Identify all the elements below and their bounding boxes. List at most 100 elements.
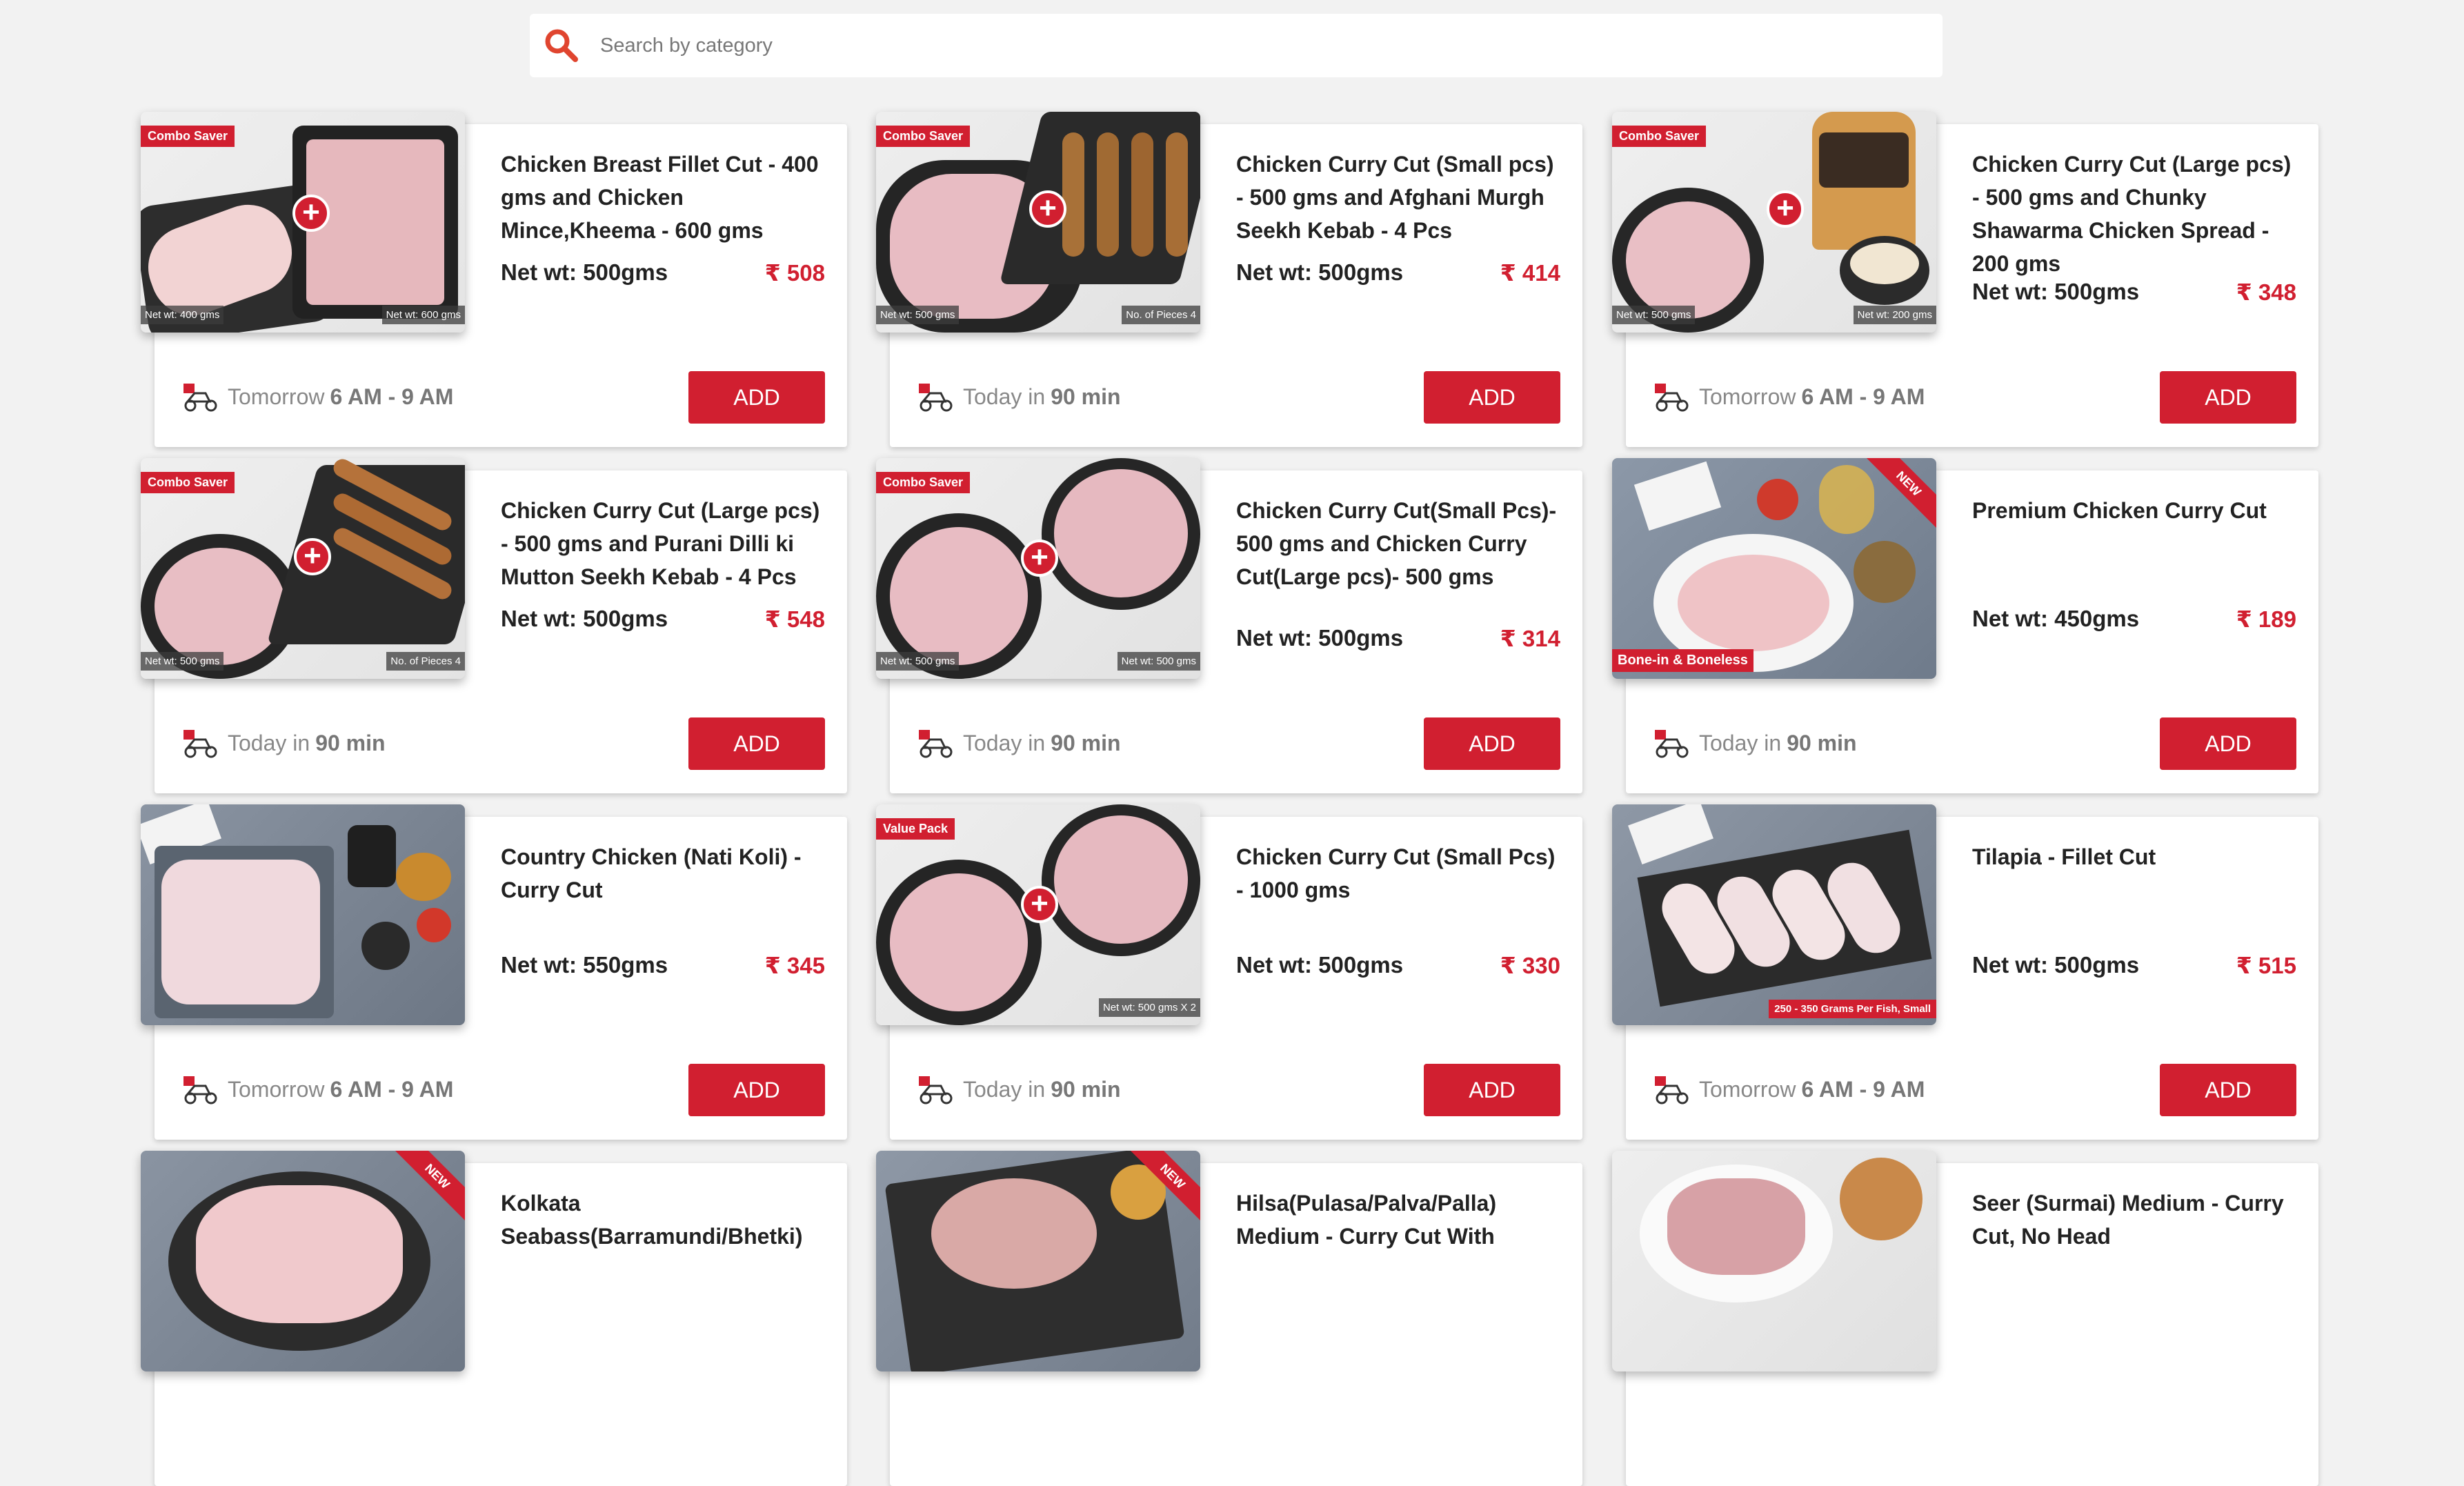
combo-plus-icon: + bbox=[1021, 539, 1058, 577]
delivery-day: Tomorrow bbox=[1699, 1076, 1796, 1102]
product-image[interactable] bbox=[141, 804, 465, 1025]
product-price: ₹ 515 bbox=[2236, 953, 2296, 978]
weight-tag: Net wt: 500 gms bbox=[1612, 306, 1696, 324]
product-card[interactable]: Country Chicken (Nati Koli) - Curry Cut … bbox=[141, 804, 847, 1140]
product-image[interactable]: NEW Bone-in & Boneless bbox=[1612, 458, 1936, 679]
product-card[interactable]: NEW Bone-in & Boneless Premium Chicken C… bbox=[1612, 458, 2318, 793]
product-card[interactable]: + Combo Saver Net wt: 400 gms Net wt: 60… bbox=[141, 112, 847, 447]
add-button[interactable]: ADD bbox=[688, 1064, 825, 1116]
product-image[interactable]: NEW bbox=[876, 1151, 1200, 1371]
combo-plus-icon: + bbox=[1767, 190, 1804, 228]
product-card[interactable]: + Combo Saver Net wt: 500 gms Net wt: 20… bbox=[1612, 112, 2318, 447]
product-card[interactable]: + Value Pack Net wt: 500 gms X 2 Chicken… bbox=[876, 804, 1582, 1140]
delivery-scooter-icon bbox=[1655, 730, 1689, 758]
product-title[interactable]: Chicken Breast Fillet Cut - 400 gms and … bbox=[501, 148, 825, 247]
product-card[interactable]: NEW Hilsa(Pulasa/Palva/Palla) Medium - C… bbox=[876, 1151, 1582, 1486]
product-price: ₹ 314 bbox=[1500, 626, 1560, 651]
weight-tag: Net wt: 500 gms bbox=[876, 652, 960, 671]
weight-tag: Net wt: 500 gms X 2 bbox=[1098, 998, 1200, 1017]
product-price: ₹ 345 bbox=[764, 953, 825, 978]
net-weight: Net wt: 450gms bbox=[1972, 606, 2140, 631]
add-button[interactable]: ADD bbox=[688, 717, 825, 770]
delivery-scooter-icon bbox=[1655, 384, 1689, 412]
product-image[interactable]: + Combo Saver Net wt: 500 gms No. of Pie… bbox=[876, 112, 1200, 333]
offer-badge: Combo Saver bbox=[141, 472, 235, 493]
delivery-time: 6 AM - 9 AM bbox=[1801, 1076, 1925, 1102]
product-image[interactable]: + Combo Saver Net wt: 400 gms Net wt: 60… bbox=[141, 112, 465, 333]
delivery-info: Today in 90 min bbox=[917, 1073, 1121, 1105]
product-image[interactable]: + Combo Saver Net wt: 500 gms Net wt: 50… bbox=[876, 458, 1200, 679]
delivery-day: Tomorrow bbox=[1699, 384, 1796, 409]
product-price: ₹ 548 bbox=[764, 606, 825, 632]
product-title[interactable]: Chicken Curry Cut(Small Pcs)- 500 gms an… bbox=[1236, 494, 1560, 593]
product-card[interactable]: + Combo Saver Net wt: 500 gms No. of Pie… bbox=[141, 458, 847, 793]
delivery-day: Today in bbox=[963, 730, 1046, 755]
delivery-info: Tomorrow 6 AM - 9 AM bbox=[1653, 381, 1925, 413]
product-title[interactable]: Chicken Curry Cut (Large pcs) - 500 gms … bbox=[501, 494, 825, 593]
delivery-time: 90 min bbox=[1051, 1076, 1121, 1102]
product-title[interactable]: Kolkata Seabass(Barramundi/Bhetki) bbox=[501, 1187, 825, 1253]
delivery-day: Today in bbox=[963, 384, 1046, 409]
product-title[interactable]: Country Chicken (Nati Koli) - Curry Cut bbox=[501, 840, 825, 907]
product-card[interactable]: + Combo Saver Net wt: 500 gms No. of Pie… bbox=[876, 112, 1582, 447]
product-price: ₹ 508 bbox=[764, 260, 825, 286]
product-price: ₹ 330 bbox=[1500, 953, 1560, 978]
delivery-time: 90 min bbox=[1787, 730, 1857, 755]
delivery-day: Today in bbox=[1699, 730, 1782, 755]
net-weight: Net wt: 500gms bbox=[501, 259, 668, 285]
net-weight: Net wt: 500gms bbox=[1972, 279, 2140, 304]
delivery-day: Today in bbox=[963, 1076, 1046, 1102]
add-button[interactable]: ADD bbox=[2160, 371, 2296, 424]
weight-tag: Net wt: 500 gms bbox=[876, 306, 960, 324]
delivery-scooter-icon bbox=[183, 730, 217, 758]
delivery-info: Tomorrow 6 AM - 9 AM bbox=[1653, 1073, 1925, 1105]
product-title[interactable]: Chicken Curry Cut (Large pcs) - 500 gms … bbox=[1972, 148, 2296, 280]
size-tag: 250 - 350 Grams Per Fish, Small bbox=[1769, 1000, 1936, 1018]
product-image[interactable]: + Value Pack Net wt: 500 gms X 2 bbox=[876, 804, 1200, 1025]
weight-tag: Net wt: 500 gms bbox=[1117, 652, 1200, 671]
product-image[interactable]: 250 - 350 Grams Per Fish, Small bbox=[1612, 804, 1936, 1025]
offer-badge: Value Pack bbox=[876, 818, 955, 840]
delivery-time: 6 AM - 9 AM bbox=[330, 384, 454, 409]
product-image[interactable]: + Combo Saver Net wt: 500 gms No. of Pie… bbox=[141, 458, 465, 679]
add-button[interactable]: ADD bbox=[688, 371, 825, 424]
cut-type-tag: Bone-in & Boneless bbox=[1612, 649, 1753, 672]
add-button[interactable]: ADD bbox=[2160, 1064, 2296, 1116]
product-card[interactable]: 250 - 350 Grams Per Fish, Small Tilapia … bbox=[1612, 804, 2318, 1140]
delivery-time: 90 min bbox=[315, 730, 386, 755]
product-title[interactable]: Chicken Curry Cut (Small Pcs) - 1000 gms bbox=[1236, 840, 1560, 907]
combo-plus-icon: + bbox=[292, 195, 330, 232]
net-weight: Net wt: 500gms bbox=[1236, 952, 1404, 978]
product-image[interactable]: + Combo Saver Net wt: 500 gms Net wt: 20… bbox=[1612, 112, 1936, 333]
delivery-scooter-icon bbox=[919, 1076, 953, 1104]
add-button[interactable]: ADD bbox=[2160, 717, 2296, 770]
delivery-scooter-icon bbox=[919, 730, 953, 758]
product-title[interactable]: Hilsa(Pulasa/Palva/Palla) Medium - Curry… bbox=[1236, 1187, 1560, 1253]
delivery-info: Today in 90 min bbox=[182, 727, 386, 759]
product-price: ₹ 414 bbox=[1500, 260, 1560, 286]
product-title[interactable]: Seer (Surmai) Medium - Curry Cut, No Hea… bbox=[1972, 1187, 2296, 1253]
delivery-day: Today in bbox=[228, 730, 310, 755]
delivery-scooter-icon bbox=[919, 384, 953, 412]
weight-tag: No. of Pieces 4 bbox=[386, 652, 465, 671]
combo-plus-icon: + bbox=[1029, 190, 1066, 228]
delivery-info: Tomorrow 6 AM - 9 AM bbox=[182, 1073, 453, 1105]
weight-tag: Net wt: 600 gms bbox=[381, 306, 465, 324]
add-button[interactable]: ADD bbox=[1424, 1064, 1560, 1116]
weight-tag: Net wt: 200 gms bbox=[1853, 306, 1936, 324]
product-title[interactable]: Tilapia - Fillet Cut bbox=[1972, 840, 2296, 873]
product-image[interactable]: NEW bbox=[141, 1151, 465, 1371]
net-weight: Net wt: 500gms bbox=[1236, 259, 1404, 285]
product-title[interactable]: Chicken Curry Cut (Small pcs) - 500 gms … bbox=[1236, 148, 1560, 247]
product-price: ₹ 189 bbox=[2236, 606, 2296, 632]
add-button[interactable]: ADD bbox=[1424, 717, 1560, 770]
net-weight: Net wt: 500gms bbox=[1236, 625, 1404, 651]
delivery-time: 90 min bbox=[1051, 730, 1121, 755]
product-title[interactable]: Premium Chicken Curry Cut bbox=[1972, 494, 2296, 527]
product-image[interactable] bbox=[1612, 1151, 1936, 1371]
add-button[interactable]: ADD bbox=[1424, 371, 1560, 424]
product-card[interactable]: NEW Kolkata Seabass(Barramundi/Bhetki) bbox=[141, 1151, 847, 1486]
product-card[interactable]: + Combo Saver Net wt: 500 gms Net wt: 50… bbox=[876, 458, 1582, 793]
product-card[interactable]: Seer (Surmai) Medium - Curry Cut, No Hea… bbox=[1612, 1151, 2318, 1486]
delivery-day: Tomorrow bbox=[228, 1076, 325, 1102]
